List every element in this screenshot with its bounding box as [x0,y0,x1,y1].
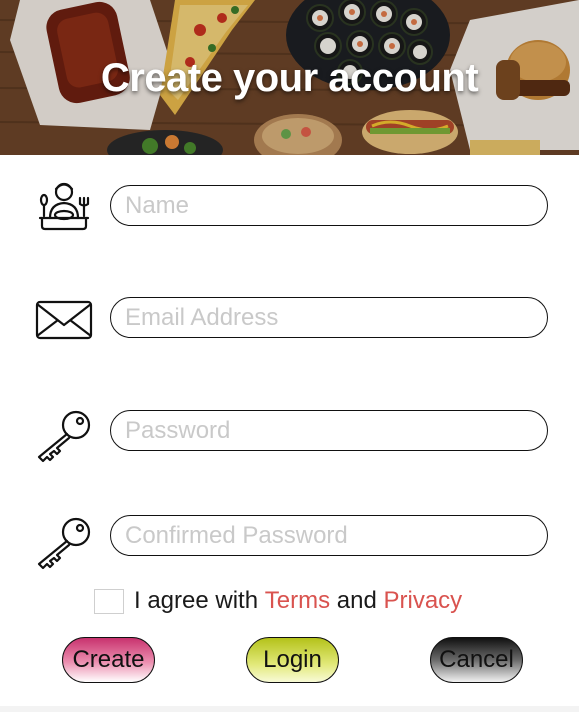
header-banner: Create your account [0,0,579,155]
terms-link[interactable]: Terms [265,587,330,615]
key-icon [34,407,94,463]
login-button[interactable]: Login [246,637,339,683]
cancel-button[interactable]: Cancel [430,637,523,683]
chef-icon [34,178,94,234]
name-input[interactable] [110,185,548,226]
privacy-link[interactable]: Privacy [383,587,462,615]
password-input[interactable] [110,410,548,451]
page-title: Create your account [100,56,479,100]
email-input[interactable] [110,297,548,338]
name-row [0,178,579,238]
email-row [0,290,579,350]
agree-conjunction: and [336,587,377,614]
agree-prefix: I agree with [134,587,259,614]
key-icon [34,514,94,570]
envelope-icon [34,292,94,348]
password-row [0,403,579,463]
agree-checkbox[interactable] [94,588,124,614]
agreement-line: I agree with Terms and Privacy [94,586,462,616]
bottom-divider [0,706,579,712]
confirm-password-row [0,508,579,570]
create-button[interactable]: Create [62,637,155,683]
confirm-password-input[interactable] [110,515,548,556]
